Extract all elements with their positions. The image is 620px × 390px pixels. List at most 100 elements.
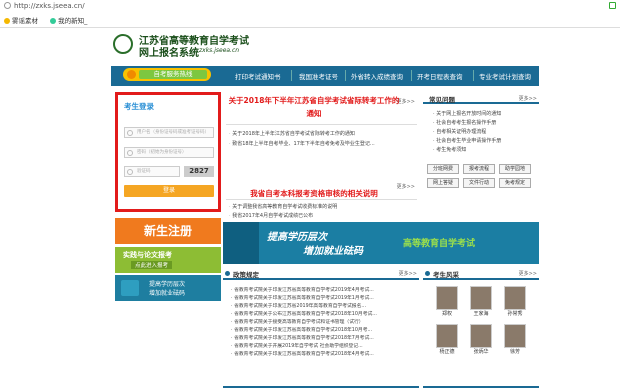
nav-item-schedule[interactable]: 开考日程表查询 bbox=[417, 71, 463, 81]
nav-item-transfer-score[interactable]: 外省转入成绩查询 bbox=[351, 71, 403, 81]
quick-button[interactable]: 网上答疑 bbox=[427, 178, 459, 188]
faq-header: 常见问题 更多>> bbox=[423, 94, 539, 104]
password-field[interactable]: 密码（初始为身份证号） bbox=[124, 147, 214, 158]
quick-button[interactable]: 报考流程 bbox=[463, 164, 495, 174]
nav-item-ticket-number[interactable]: 我国准考证号 bbox=[299, 71, 338, 81]
student-card[interactable]: 杨正德 bbox=[435, 324, 459, 355]
login-button[interactable]: 登录 bbox=[124, 185, 214, 197]
login-panel: 考生登录 用户名（身份证号码或准考证号码） 密码（初始为身份证号） 验证码 28… bbox=[115, 92, 221, 212]
practice-subtitle: 点此进入报考 bbox=[131, 261, 173, 269]
site-page: 江苏省高等教育自学考试 网上报名系统 zxks.jseea.cn 自考服务热线 … bbox=[111, 28, 539, 388]
student-card[interactable]: 王家海 bbox=[469, 286, 493, 317]
bookmark-item[interactable]: 雾谣素材 bbox=[4, 17, 38, 25]
student-card[interactable]: 张炳华 bbox=[469, 324, 493, 355]
policy-item[interactable]: 省教育考试院关于印发江苏省2019年高等教育自学考试报名... bbox=[231, 302, 366, 309]
promo-line-a: 提高学历层次 bbox=[149, 281, 186, 288]
faq-item[interactable]: 自考相关证明办理流程 bbox=[433, 128, 486, 135]
faq-item[interactable]: 社会自考生毕业申请操作手册 bbox=[433, 137, 501, 144]
faq-panel: 常见问题 更多>> 关于网上报名开放时间的通知 社会自考考生报名操作手册 自考相… bbox=[423, 92, 539, 220]
promo-wide-banner[interactable]: 提高学历层次 增加就业砝码 高等教育自学考试 bbox=[223, 222, 539, 264]
news-item[interactable]: 关于调整我省高等教育自学考试收费标准的说明 bbox=[229, 203, 337, 210]
student-showcase: 考生风采 更多>> 郑权 王家海 孙常秀 杨正德 张炳华 徐芳 bbox=[423, 268, 539, 362]
quick-button[interactable]: 助学园地 bbox=[499, 164, 531, 174]
bookmark-star-icon[interactable] bbox=[609, 2, 616, 9]
policy-item[interactable]: 省教育考试院关于公布江苏省高等教育自学考试2018年10月考试... bbox=[231, 310, 377, 317]
showcase-title: 考生风采 bbox=[433, 271, 459, 279]
banner-image-icon bbox=[223, 222, 259, 264]
student-photo bbox=[470, 324, 492, 348]
policy-header: 政策规定 更多>> bbox=[223, 268, 419, 280]
register-button[interactable]: 新生注册 bbox=[115, 218, 221, 244]
folder-icon bbox=[4, 18, 10, 24]
student-photo bbox=[436, 286, 458, 310]
shield-icon bbox=[127, 169, 133, 175]
quick-button[interactable]: 文件行动 bbox=[463, 178, 495, 188]
student-photo bbox=[436, 324, 458, 348]
leaf-icon bbox=[50, 18, 57, 24]
student-photo bbox=[504, 324, 526, 348]
student-photo bbox=[504, 286, 526, 310]
faq-item[interactable]: 考生免考须知 bbox=[433, 146, 466, 153]
policy-item[interactable]: 省教育考试院关于印发江苏省高等教育自学考试2019年4月考试... bbox=[231, 286, 374, 293]
policy-more-link[interactable]: 更多>> bbox=[399, 270, 417, 277]
captcha-field[interactable]: 验证码 bbox=[124, 166, 180, 177]
policy-panel: 政策规定 更多>> 省教育考试院关于印发江苏省高等教育自学考试2019年4月考试… bbox=[223, 268, 419, 362]
policy-item[interactable]: 省教育考试院关于印发江苏省高等教育自学考试2018年10月考... bbox=[231, 326, 372, 333]
login-title: 考生登录 bbox=[124, 102, 154, 111]
news-headline-2[interactable]: 我省自考本科报考资格审核的相关说明 bbox=[226, 188, 402, 199]
logo-domain: zxks.jseea.cn bbox=[199, 47, 240, 54]
news-item[interactable]: 关于2018年上半年江苏省自学考试省际转考工作的通知 bbox=[229, 130, 355, 137]
next-section-header-right bbox=[423, 386, 539, 390]
hotline-label: 自考服务热线 bbox=[139, 70, 207, 79]
promo-banner[interactable]: 提高学历层次 增加就业砝码 bbox=[115, 275, 221, 301]
address-bar[interactable]: http://zxks.jseea.cn/ bbox=[4, 2, 85, 10]
faq-item[interactable]: 关于网上报名开放时间的通知 bbox=[433, 110, 501, 117]
policy-item[interactable]: 省教育考试院关于开展2019年自学考试 社会助学组织登记... bbox=[231, 342, 363, 349]
browser-chrome: http://zxks.jseea.cn/ 雾谣素材 我的新知_ bbox=[0, 0, 620, 28]
showcase-more-link[interactable]: 更多>> bbox=[519, 270, 537, 277]
url-text[interactable]: http://zxks.jseea.cn/ bbox=[14, 2, 85, 10]
nav-item-plan[interactable]: 专业考试计划查询 bbox=[479, 71, 531, 81]
news-panel: 更多>> 关于2018年下半年江苏省自学考试省际转考工作的通知 关于2018年上… bbox=[226, 92, 417, 220]
banner-slogan: 高等教育自学考试 bbox=[403, 239, 476, 249]
lock-icon bbox=[127, 150, 133, 156]
faq-title: 常见问题 bbox=[429, 96, 455, 104]
username-field[interactable]: 用户名（身份证号码或准考证号码） bbox=[124, 127, 214, 138]
banner-line-2: 增加就业砝码 bbox=[303, 246, 363, 257]
student-card[interactable]: 徐芳 bbox=[503, 324, 527, 355]
faq-item[interactable]: 社会自考考生报名操作手册 bbox=[433, 119, 496, 126]
bullet-icon bbox=[225, 271, 230, 276]
news-headline-1[interactable]: 关于2018年下半年江苏省自学考试省际转考工作的通知 bbox=[226, 94, 402, 120]
policy-item[interactable]: 省教育考试院关于印发江苏省高等教育自学考试2018年4月考试... bbox=[231, 350, 374, 357]
user-icon bbox=[127, 130, 133, 136]
policy-item[interactable]: 省教育考试院关于印发江苏省高等教育自学考试2018年7月考试... bbox=[231, 334, 374, 341]
quick-button[interactable]: 免考规定 bbox=[499, 178, 531, 188]
news-item[interactable]: 我省2017年4月自学考试成绩已公布 bbox=[229, 212, 313, 219]
bullet-icon bbox=[425, 271, 430, 276]
showcase-header: 考生风采 更多>> bbox=[423, 268, 539, 280]
policy-item[interactable]: 省教育考试院关于接受高等教育自学考试和证书管理（试行） bbox=[231, 318, 364, 325]
news-item[interactable]: 致省18年上半年自考毕业、17年下半年自考免考及毕业生登记... bbox=[229, 140, 375, 147]
promo-line-b: 增加就业砝码 bbox=[149, 290, 186, 297]
bookmarks-bar: 雾谣素材 我的新知_ bbox=[4, 15, 97, 25]
logo-subtitle: 网上报名系统 bbox=[139, 48, 199, 59]
banner-line-1: 提高学历层次 bbox=[267, 232, 327, 243]
bookmark-item[interactable]: 我的新知_ bbox=[50, 17, 87, 25]
quick-button[interactable]: 分班网费 bbox=[427, 164, 459, 174]
next-section-header bbox=[223, 386, 419, 390]
phone-icon bbox=[127, 70, 136, 79]
policy-item[interactable]: 省教育考试院关于印发江苏省高等教育自学考试2019年1月考试... bbox=[231, 294, 374, 301]
policy-title: 政策规定 bbox=[233, 271, 259, 279]
nav-item-print-notice[interactable]: 打印考试通知书 bbox=[235, 71, 281, 81]
hotline-badge[interactable]: 自考服务热线 bbox=[123, 68, 211, 81]
student-card[interactable]: 孙常秀 bbox=[503, 286, 527, 317]
emblem-icon bbox=[113, 34, 133, 54]
student-photo bbox=[470, 286, 492, 310]
faq-more-link[interactable]: 更多>> bbox=[519, 95, 537, 102]
practice-title: 实践与论文报考 bbox=[123, 251, 172, 259]
book-icon bbox=[121, 280, 139, 296]
practice-apply-banner[interactable]: 实践与论文报考 点此进入报考 bbox=[115, 247, 221, 273]
captcha-image[interactable]: 2827 bbox=[184, 166, 214, 177]
student-card[interactable]: 郑权 bbox=[435, 286, 459, 317]
site-logo[interactable]: 江苏省高等教育自学考试 网上报名系统 zxks.jseea.cn bbox=[111, 32, 291, 62]
